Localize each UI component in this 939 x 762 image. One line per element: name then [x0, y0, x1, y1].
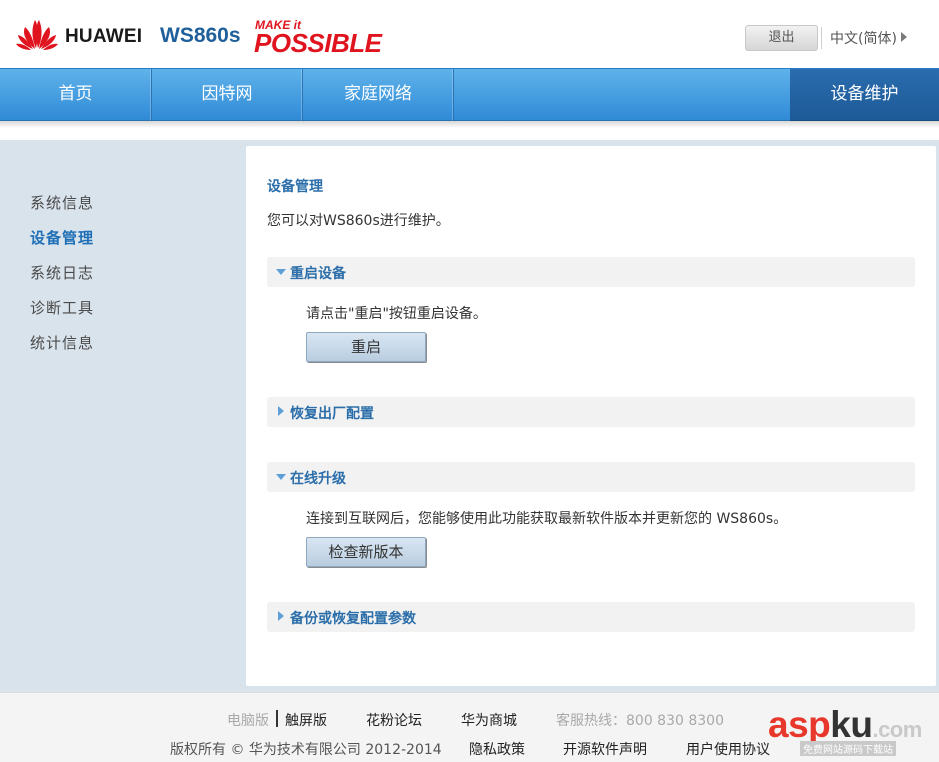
page-description: 您可以对WS860s进行维护。 [267, 213, 450, 229]
slogan-possible: POSSIBLE [254, 28, 382, 58]
chevron-right-icon [278, 611, 284, 621]
footer-open-source-link[interactable]: 开源软件声明 [563, 739, 647, 759]
sidebar-item-system-log[interactable]: 系统日志 [30, 262, 94, 283]
main-panel: 设备管理 您可以对WS860s进行维护。 重启设备 请点击"重启"按钮重启设备。… [246, 146, 936, 686]
check-update-button[interactable]: 检查新版本 [306, 537, 426, 567]
huawei-logo-icon [16, 20, 58, 50]
top-nav: 首页 因特网 家庭网络 设备维护 [0, 68, 939, 121]
logout-button[interactable]: 退出 [745, 25, 818, 51]
footer-privacy-link[interactable]: 隐私政策 [469, 739, 525, 759]
footer-copyright: 版权所有 © 华为技术有限公司 2012-2014 [170, 742, 442, 758]
sidebar-item-statistics[interactable]: 统计信息 [30, 332, 94, 353]
watermark-text: aspku.com [768, 704, 922, 745]
sidebar-item-diagnostics[interactable]: 诊断工具 [30, 297, 94, 318]
footer-pc-version: 电脑版 [227, 713, 269, 729]
slogan: MAKE it POSSIBLE [254, 18, 414, 58]
chevron-right-icon[interactable] [901, 32, 907, 42]
section-reboot-header[interactable]: 重启设备 [267, 257, 915, 287]
section-title: 在线升级 [290, 471, 346, 487]
footer-forum-link[interactable]: 花粉论坛 [366, 710, 422, 730]
section-backup-restore-header[interactable]: 备份或恢复配置参数 [267, 602, 915, 632]
section-title: 备份或恢复配置参数 [290, 611, 416, 627]
watermark-subtitle: 免费网站源码下载站 [800, 741, 896, 756]
section-online-upgrade-header[interactable]: 在线升级 [267, 462, 915, 492]
sidebar: 系统信息 设备管理 系统日志 诊断工具 统计信息 [0, 140, 246, 692]
nav-shadow [0, 120, 939, 128]
footer-hotline: 客服热线：800 830 8300 [556, 713, 724, 729]
chevron-right-icon [278, 406, 284, 416]
footer-store-link[interactable]: 华为商城 [461, 710, 517, 730]
nav-item-home-network[interactable]: 家庭网络 [303, 69, 454, 121]
upgrade-instruction: 连接到互联网后，您能够使用此功能获取最新软件版本并更新您的 WS860s。 [306, 511, 788, 527]
brand-name: HUAWEI [65, 26, 143, 47]
model-name: WS860s [160, 24, 241, 47]
footer-touch-version-link[interactable]: 触屏版 [285, 710, 327, 730]
nav-item-maintenance[interactable]: 设备维护 [790, 69, 939, 121]
divider [821, 27, 822, 49]
nav-item-home[interactable]: 首页 [0, 69, 152, 121]
section-title: 恢复出厂配置 [290, 406, 374, 422]
header: HUAWEI WS860s MAKE it POSSIBLE 退出 中文(简体) [0, 0, 939, 68]
chevron-down-icon [276, 269, 286, 275]
reboot-instruction: 请点击"重启"按钮重启设备。 [306, 306, 487, 322]
watermark-logo: aspku.com 免费网站源码下载站 [768, 704, 936, 758]
language-selector[interactable]: 中文(简体) [830, 28, 897, 48]
section-factory-reset-header[interactable]: 恢复出厂配置 [267, 397, 915, 427]
page-title: 设备管理 [267, 179, 323, 195]
nav-item-internet[interactable]: 因特网 [152, 69, 303, 121]
section-title: 重启设备 [290, 266, 346, 282]
divider [276, 710, 278, 727]
sidebar-item-device-management[interactable]: 设备管理 [30, 227, 94, 248]
footer-user-agreement-link[interactable]: 用户使用协议 [686, 739, 770, 759]
reboot-button[interactable]: 重启 [306, 332, 426, 362]
sidebar-item-system-info[interactable]: 系统信息 [30, 192, 94, 213]
chevron-down-icon [276, 474, 286, 480]
